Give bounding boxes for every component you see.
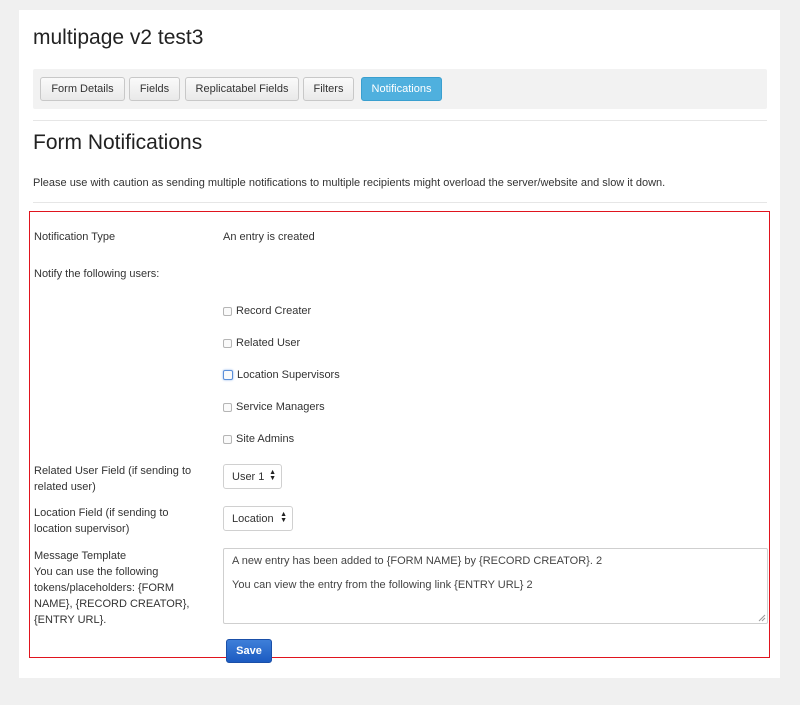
- message-template-help: You can use the following tokens/placeho…: [34, 566, 190, 626]
- checkbox[interactable]: [223, 434, 232, 444]
- message-template-label: Message Template: [34, 550, 127, 562]
- checkbox[interactable]: [223, 370, 233, 380]
- select-value: User 1: [232, 470, 265, 483]
- recipient-related-user[interactable]: Related User: [223, 337, 300, 349]
- notification-form: Notification Type An entry is created No…: [29, 211, 770, 663]
- checkbox-label: Record Creater: [236, 305, 312, 317]
- tab-notifications[interactable]: Notifications: [361, 77, 442, 101]
- select-value: Location: [232, 512, 274, 525]
- message-line-1: A new entry has been added to {FORM NAME…: [232, 555, 603, 567]
- recipient-record-creater[interactable]: Record Creater: [223, 305, 311, 317]
- resize-handle-icon[interactable]: [758, 614, 766, 622]
- checkbox-label: Related User: [236, 337, 301, 349]
- tab-replicatabel-fields[interactable]: Replicatabel Fields: [185, 77, 299, 101]
- divider: [33, 202, 767, 203]
- checkbox-label: Site Admins: [236, 433, 295, 445]
- related-user-field-select[interactable]: User 1 ▲ ▼: [223, 464, 282, 489]
- section-title: Form Notifications: [33, 131, 203, 154]
- notification-type-label: Notification Type: [34, 231, 116, 243]
- page-title: multipage v2 test3: [33, 26, 204, 49]
- recipient-location-supervisors[interactable]: Location Supervisors: [223, 369, 340, 381]
- tab-filters[interactable]: Filters: [303, 77, 354, 101]
- save-button[interactable]: Save: [226, 639, 272, 663]
- message-template-textarea[interactable]: A new entry has been added to {FORM NAME…: [223, 548, 768, 624]
- select-arrows-icon: ▲ ▼: [280, 511, 287, 524]
- divider: [33, 120, 767, 121]
- checkbox-label: Location Supervisors: [237, 369, 340, 381]
- tab-bar: Form Details Fields Replicatabel Fields …: [33, 69, 767, 109]
- tab-fields[interactable]: Fields: [129, 77, 180, 101]
- notify-users-label: Notify the following users:: [34, 268, 160, 280]
- recipient-site-admins[interactable]: Site Admins: [223, 433, 294, 445]
- recipient-service-managers[interactable]: Service Managers: [223, 401, 325, 413]
- checkbox-label: Service Managers: [236, 401, 325, 413]
- warning-text: Please use with caution as sending multi…: [33, 177, 666, 189]
- location-field-select[interactable]: Location ▲ ▼: [223, 506, 293, 531]
- checkbox[interactable]: [223, 338, 232, 348]
- location-field-label: Location Field (if sending to location s…: [34, 507, 169, 535]
- related-user-field-label: Related User Field (if sending to relate…: [34, 465, 192, 493]
- tab-form-details[interactable]: Form Details: [40, 77, 125, 101]
- message-line-2: You can view the entry from the followin…: [232, 579, 533, 591]
- main-card: multipage v2 test3 Form Details Fields R…: [19, 10, 780, 678]
- checkbox[interactable]: [223, 402, 232, 412]
- checkbox[interactable]: [223, 306, 232, 316]
- notification-type-value: An entry is created: [223, 231, 315, 243]
- select-arrows-icon: ▲ ▼: [269, 469, 276, 482]
